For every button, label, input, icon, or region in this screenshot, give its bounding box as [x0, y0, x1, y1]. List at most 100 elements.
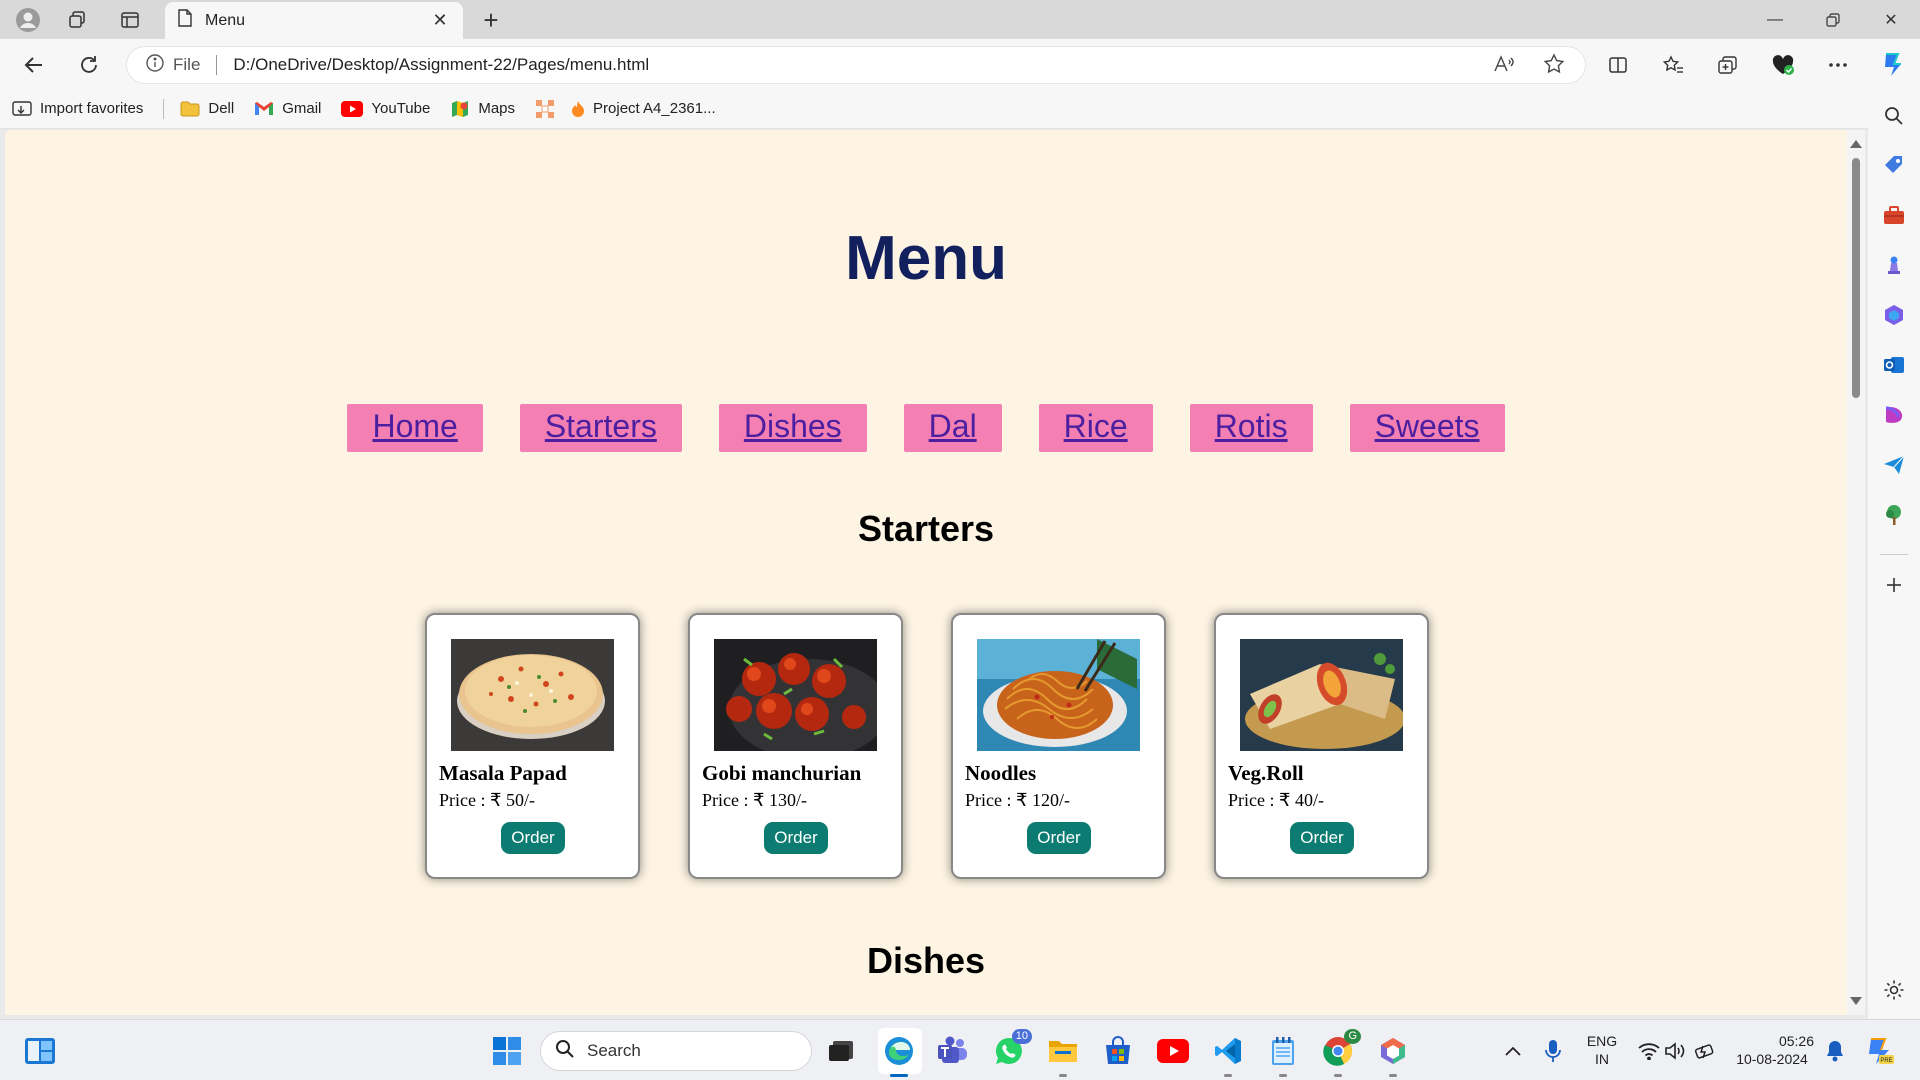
section-title-dishes: Dishes: [866, 940, 986, 981]
scroll-down-icon[interactable]: [1850, 997, 1862, 1005]
tools-icon[interactable]: [1878, 199, 1910, 231]
nav-link-rice[interactable]: Rice: [1038, 404, 1153, 452]
language-indicator[interactable]: ENG IN: [1580, 1032, 1624, 1068]
youtube-app-icon[interactable]: [1154, 1032, 1192, 1070]
vscode-icon[interactable]: [1209, 1032, 1247, 1070]
chrome-icon[interactable]: G: [1319, 1029, 1361, 1070]
order-button[interactable]: Order: [1027, 822, 1091, 854]
page-title: Menu: [845, 224, 1007, 293]
favorite-project[interactable]: Project A4_2361...: [571, 100, 716, 118]
taskbar-search[interactable]: Search: [540, 1031, 812, 1071]
widgets-icon[interactable]: [21, 1032, 59, 1070]
minimize-icon[interactable]: —: [1746, 0, 1804, 39]
clock[interactable]: 05:26 10-08-2024: [1730, 1032, 1814, 1068]
teams-icon[interactable]: [933, 1032, 971, 1070]
running-indicator: [1224, 1074, 1232, 1077]
whatsapp-icon[interactable]: 10: [990, 1029, 1032, 1070]
fire-icon: [571, 100, 585, 118]
shopping-tag-icon[interactable]: [1878, 149, 1910, 181]
split-screen-icon[interactable]: [1600, 47, 1636, 83]
task-view-icon[interactable]: [822, 1032, 860, 1070]
page-scrollbar[interactable]: [1847, 130, 1865, 1015]
search-icon: [555, 1039, 575, 1064]
nav-link-dal[interactable]: Dal: [903, 404, 1002, 452]
menu-card: Gobi manchurian Price : ₹ 130/- Order: [688, 613, 903, 879]
item-price: Price : ₹ 50/-: [439, 790, 535, 810]
vertical-tabs-icon[interactable]: [110, 4, 150, 36]
settings-gear-icon[interactable]: [1878, 974, 1910, 1006]
youtube-icon: [341, 100, 364, 117]
tree-icon[interactable]: [1878, 499, 1910, 531]
favorite-maps[interactable]: Maps: [450, 99, 515, 119]
address-bar[interactable]: File D:/OneDrive/Desktop/Assignment-22/P…: [126, 46, 1586, 84]
battery-charging-icon[interactable]: [1686, 1032, 1724, 1070]
active-tab[interactable]: Menu ✕: [165, 2, 463, 39]
collections-icon[interactable]: [1710, 47, 1746, 83]
refresh-icon[interactable]: [71, 47, 107, 83]
order-button[interactable]: Order: [1290, 822, 1354, 854]
send-icon[interactable]: [1878, 449, 1910, 481]
restore-icon[interactable]: [1804, 0, 1862, 39]
windows-start-icon[interactable]: [488, 1032, 526, 1070]
tab-title: Menu: [205, 11, 246, 29]
favorite-import[interactable]: Import favorites: [12, 100, 143, 118]
scrollbar-thumb[interactable]: [1852, 158, 1860, 398]
notepad-icon[interactable]: [1264, 1032, 1302, 1070]
favorite-star-icon[interactable]: [1538, 48, 1570, 80]
nav-link-dishes[interactable]: Dishes: [718, 404, 867, 452]
read-aloud-icon[interactable]: [1488, 48, 1520, 80]
favorite-dell[interactable]: Dell: [180, 100, 234, 117]
file-explorer-icon[interactable]: [1044, 1032, 1082, 1070]
nav-link-sweets[interactable]: Sweets: [1349, 404, 1505, 452]
back-icon[interactable]: [16, 47, 52, 83]
workspaces-icon[interactable]: [57, 4, 97, 36]
order-button[interactable]: Order: [501, 822, 565, 854]
favorite-app-grid[interactable]: [535, 99, 563, 119]
microsoft-365-icon[interactable]: [1878, 299, 1910, 331]
favorite-youtube[interactable]: YouTube: [341, 100, 430, 117]
gobi-manchurian-image: [714, 639, 877, 751]
sidebar-divider: [1880, 554, 1908, 555]
designer-icon[interactable]: [1878, 399, 1910, 431]
hex-app-icon[interactable]: [1374, 1032, 1412, 1070]
nav-link-home[interactable]: Home: [347, 404, 483, 452]
nav-link-rotis[interactable]: Rotis: [1189, 404, 1313, 452]
address-toolbar: File D:/OneDrive/Desktop/Assignment-22/P…: [0, 39, 1920, 89]
favorite-label: Import favorites: [40, 100, 144, 117]
language-text: ENG: [1586, 1033, 1618, 1049]
more-options-icon[interactable]: [1820, 47, 1856, 83]
new-tab-icon[interactable]: +: [474, 4, 508, 36]
order-button[interactable]: Order: [764, 822, 828, 854]
favorites-icon[interactable]: [1655, 47, 1691, 83]
scroll-up-icon[interactable]: [1850, 140, 1862, 148]
browser-essentials-icon[interactable]: [1765, 47, 1801, 83]
favorites-divider: [163, 98, 165, 119]
section-title-starters: Starters: [857, 508, 995, 549]
chevron-up-icon[interactable]: [1494, 1032, 1532, 1070]
nav-link-starters[interactable]: Starters: [519, 404, 682, 452]
starters-cards: Masala Papad Price : ₹ 50/- Order Gobi m…: [425, 613, 1429, 879]
notification-bell-icon[interactable]: [1816, 1032, 1854, 1070]
profile-icon[interactable]: [8, 4, 48, 36]
microphone-icon[interactable]: [1534, 1032, 1572, 1070]
favorite-label: YouTube: [371, 100, 431, 117]
favorite-gmail[interactable]: Gmail: [254, 100, 321, 117]
search-icon[interactable]: [1878, 100, 1910, 132]
copilot-preview-icon[interactable]: PRE: [1860, 1032, 1898, 1070]
item-price: Price : ₹ 40/-: [1228, 790, 1324, 810]
clock-time: 05:26: [1778, 1033, 1814, 1049]
games-icon[interactable]: [1878, 249, 1910, 281]
outlook-icon[interactable]: [1878, 349, 1910, 381]
microsoft-store-icon[interactable]: [1099, 1032, 1137, 1070]
copilot-icon[interactable]: [1874, 47, 1910, 83]
url-text[interactable]: D:/OneDrive/Desktop/Assignment-22/Pages/…: [233, 55, 649, 75]
edge-icon[interactable]: [880, 1032, 918, 1070]
info-icon[interactable]: [145, 53, 165, 78]
add-icon[interactable]: [1878, 569, 1910, 601]
close-tab-icon[interactable]: ✕: [429, 10, 451, 31]
menu-card: Masala Papad Price : ₹ 50/- Order: [425, 613, 640, 879]
svg-text:PRE: PRE: [1880, 1058, 1892, 1064]
app-grid-icon: [535, 99, 555, 119]
browser-title-bar: Menu ✕ + — ✕: [0, 0, 1920, 39]
close-window-icon[interactable]: ✕: [1862, 0, 1920, 39]
